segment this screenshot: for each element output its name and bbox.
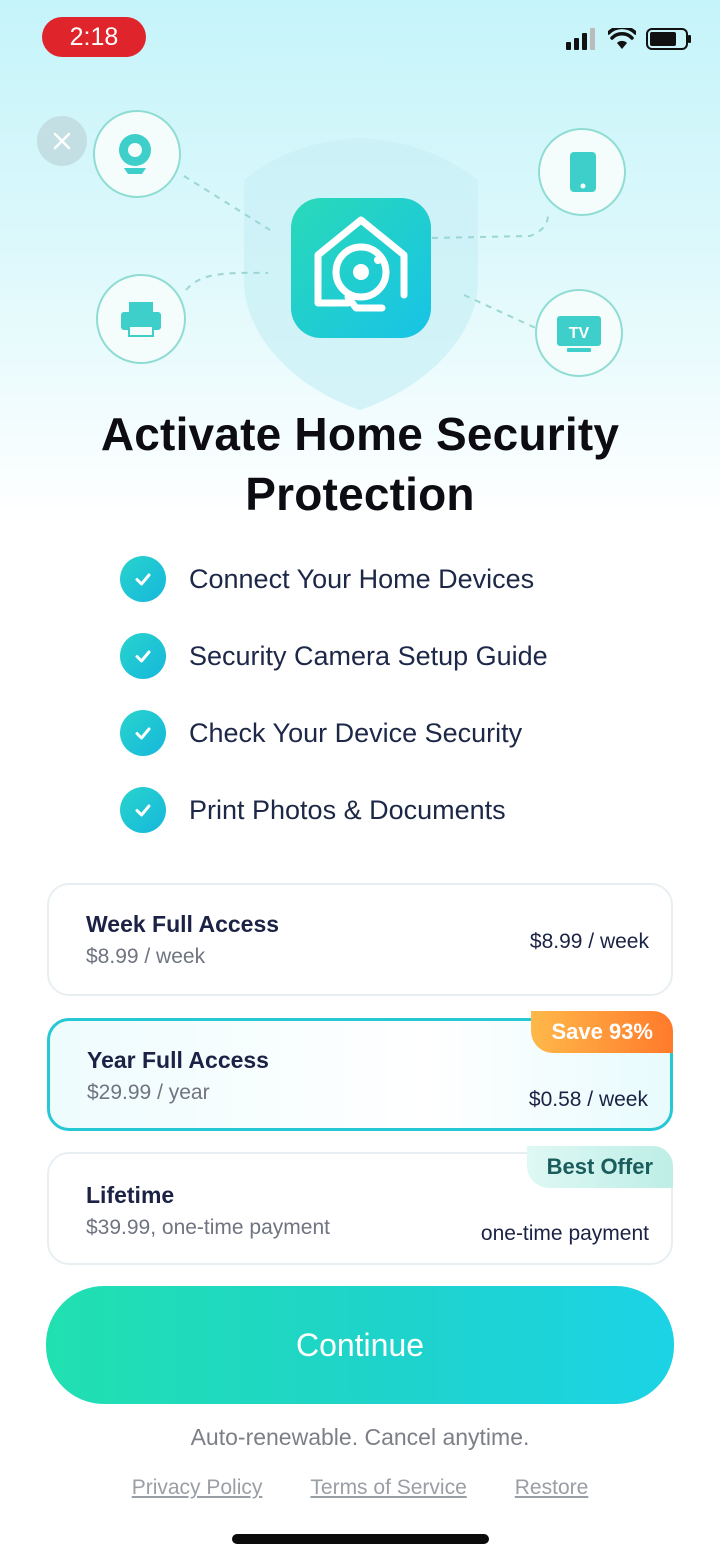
save-badge: Save 93%: [531, 1011, 673, 1053]
home-indicator[interactable]: [232, 1534, 489, 1544]
plan-name: Lifetime: [86, 1182, 175, 1208]
best-offer-badge: Best Offer: [526, 1146, 673, 1188]
feature-label: Security Camera Setup Guide: [189, 640, 548, 671]
plan-option-week[interactable]: Week Full Access $8.99 / week $8.99 / we…: [47, 883, 673, 996]
webcam-icon: [93, 110, 181, 198]
printer-icon: [96, 274, 186, 364]
page-title: Activate Home Security Protection: [0, 404, 720, 524]
feature-item: Check Your Device Security: [120, 710, 548, 756]
feature-item: Connect Your Home Devices: [120, 556, 548, 602]
wifi-icon: [608, 28, 636, 49]
plan-subtitle: $39.99, one-time payment: [86, 1216, 330, 1239]
continue-button[interactable]: Continue: [46, 1286, 674, 1404]
checkmark-icon: [120, 556, 166, 602]
tv-label: TV: [569, 325, 590, 342]
signal-icon: [566, 28, 595, 50]
checkmark-icon: [120, 710, 166, 756]
phone-icon: [538, 128, 626, 216]
page-title-line1: Activate Home Security: [100, 408, 620, 460]
renewal-note: Auto-renewable. Cancel anytime.: [190, 1424, 530, 1450]
feature-label: Connect Your Home Devices: [189, 563, 535, 594]
plan-option-year[interactable]: Save 93% Year Full Access $29.99 / year …: [47, 1011, 673, 1131]
restore-link[interactable]: Restore: [515, 1476, 589, 1500]
plan-name: Week Full Access: [86, 911, 280, 937]
plan-weekly-price: $0.58 / week: [528, 1088, 648, 1111]
feature-list: Connect Your Home Devices Security Camer…: [120, 556, 548, 864]
plan-subtitle: $8.99 / week: [86, 945, 206, 968]
plan-option-lifetime[interactable]: Best Offer Lifetime $39.99, one-time pay…: [47, 1146, 673, 1265]
app-logo-icon: [291, 198, 431, 338]
status-icons: [566, 28, 692, 50]
plan-weekly-price: $8.99 / week: [529, 930, 649, 953]
hero-illustration: TV: [93, 110, 626, 410]
battery-icon: [646, 28, 691, 50]
plan-name: Year Full Access: [87, 1047, 269, 1073]
checkmark-icon: [120, 787, 166, 833]
plan-price-note: one-time payment: [480, 1222, 649, 1245]
terms-of-service-link[interactable]: Terms of Service: [310, 1476, 466, 1500]
plan-subtitle: $29.99 / year: [87, 1081, 210, 1104]
feature-item: Security Camera Setup Guide: [120, 633, 548, 679]
feature-item: Print Photos & Documents: [120, 787, 548, 833]
status-time: 2:18: [42, 17, 146, 57]
tv-icon: TV: [535, 289, 623, 377]
feature-label: Print Photos & Documents: [189, 794, 506, 825]
footer-links: Privacy Policy Terms of Service Restore: [0, 1476, 720, 1500]
privacy-policy-link[interactable]: Privacy Policy: [132, 1476, 263, 1500]
feature-label: Check Your Device Security: [189, 717, 523, 748]
page-title-line2: Protection: [245, 468, 475, 520]
checkmark-icon: [120, 633, 166, 679]
